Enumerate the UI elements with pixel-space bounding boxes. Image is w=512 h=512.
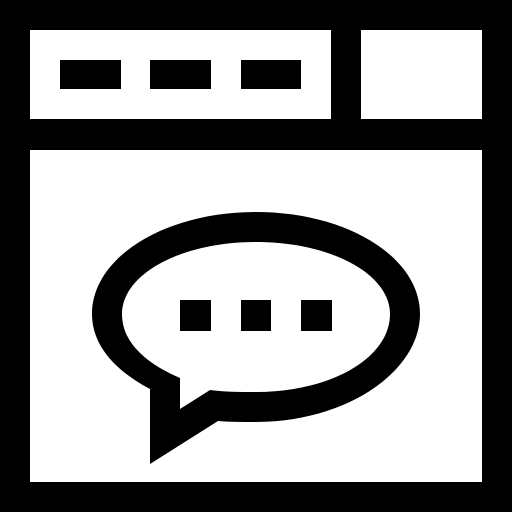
typing-dot bbox=[241, 300, 271, 331]
tab-dot bbox=[150, 60, 211, 89]
typing-dot bbox=[180, 300, 211, 331]
typing-dot bbox=[301, 300, 332, 331]
icon-svg bbox=[0, 0, 512, 512]
browser-chat-window-icon bbox=[0, 0, 512, 512]
tab-dot bbox=[60, 60, 121, 89]
tab-dots-icon bbox=[60, 60, 301, 89]
typing-dots-icon bbox=[180, 300, 332, 331]
tab-dot bbox=[241, 60, 301, 89]
side-pane-icon bbox=[361, 30, 482, 119]
